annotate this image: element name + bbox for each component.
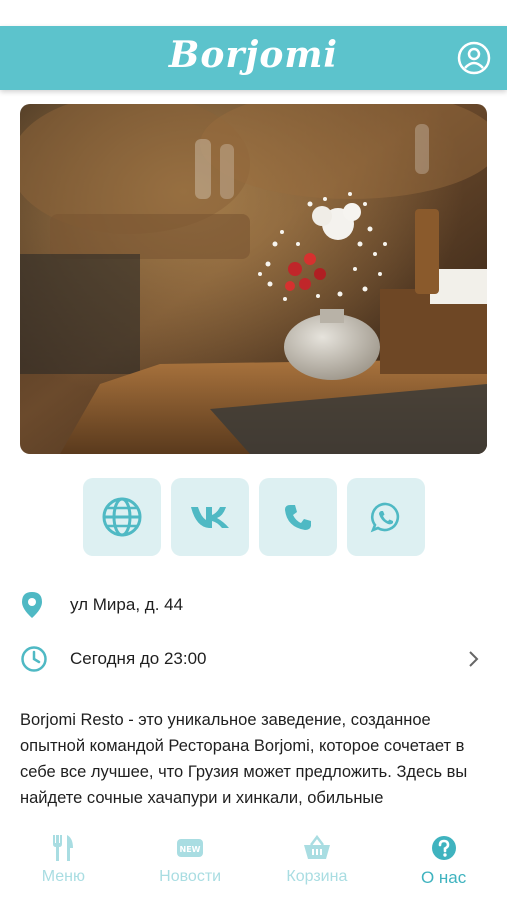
tab-menu[interactable]: Меню xyxy=(0,822,127,900)
tab-news[interactable]: NEW Новости xyxy=(127,822,254,900)
fork-knife-icon xyxy=(53,835,74,861)
news-icon: NEW xyxy=(177,839,204,857)
clock-icon xyxy=(21,646,47,672)
phone-icon xyxy=(285,505,311,530)
phone-button[interactable] xyxy=(259,478,337,556)
status-area xyxy=(0,0,507,26)
user-circle-icon xyxy=(457,41,491,75)
contact-buttons xyxy=(83,478,425,556)
whatsapp-icon xyxy=(370,502,400,533)
vk-button[interactable] xyxy=(171,478,249,556)
chevron-right-icon xyxy=(469,651,479,667)
restaurant-photo xyxy=(20,104,487,454)
basket-icon xyxy=(303,835,330,859)
tab-cart-label: Корзина xyxy=(286,868,348,885)
website-button[interactable] xyxy=(83,478,161,556)
tab-about-label: О нас xyxy=(420,868,467,887)
address-text: ул Мира, д. 44 xyxy=(70,595,184,614)
tab-news-label: Новости xyxy=(159,868,222,885)
about-description: Borjomi Resto - это уникальное заведение… xyxy=(20,711,468,807)
svg-text:NEW: NEW xyxy=(180,845,201,854)
globe-icon xyxy=(102,497,142,537)
question-icon xyxy=(431,836,456,860)
address-row[interactable]: ул Мира, д. 44 xyxy=(20,590,487,620)
tab-cart[interactable]: Корзина xyxy=(254,822,381,900)
hours-text: Сегодня до 23:00 xyxy=(70,649,207,668)
app-header: Borjomi xyxy=(0,26,507,90)
location-pin-icon xyxy=(22,592,42,618)
profile-button[interactable] xyxy=(457,41,491,75)
vk-icon xyxy=(191,507,229,528)
hours-row[interactable]: Сегодня до 23:00 xyxy=(20,644,487,674)
app-logo: Borjomi xyxy=(168,34,339,76)
bottom-tab-bar: Меню NEW Новости Корзина О нас xyxy=(0,822,507,900)
tab-about[interactable]: О нас xyxy=(380,822,507,900)
tab-menu-label: Меню xyxy=(41,868,85,885)
whatsapp-button[interactable] xyxy=(347,478,425,556)
restaurant-interior-illustration xyxy=(20,104,487,454)
